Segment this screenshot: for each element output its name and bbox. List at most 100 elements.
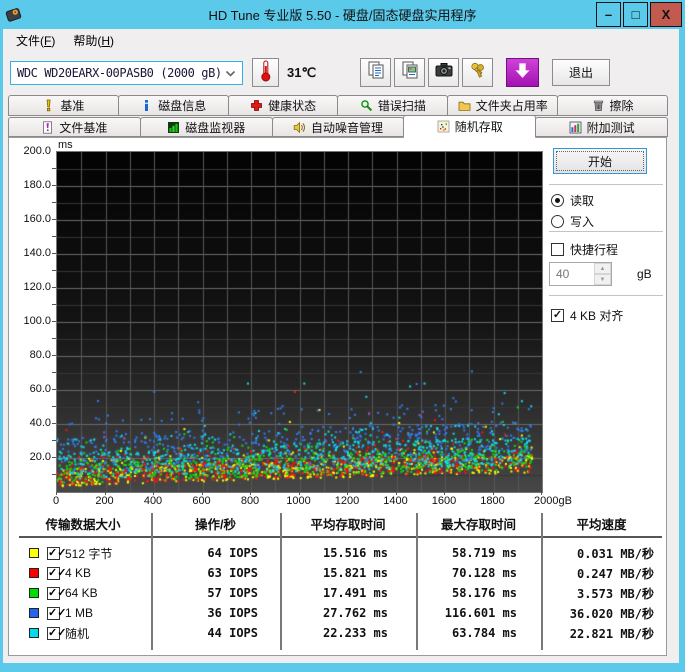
checkbox-unchecked-icon (551, 243, 564, 256)
copy-text-icon (366, 60, 386, 85)
series-legend-cell: ✓随机 (15, 625, 151, 642)
iops-value: 64 IOPS (207, 546, 258, 560)
tab-label: 擦除 (609, 99, 634, 113)
separator (549, 231, 663, 232)
tab-aam[interactable]: 自动噪音管理 (271, 117, 405, 137)
avg-value: 15.516 ms (322, 546, 388, 560)
table-header-divider (19, 536, 662, 538)
minimize-button[interactable]: – (596, 2, 621, 27)
x-tick-label: 1800 (480, 495, 505, 507)
x-tick-mark (298, 492, 300, 495)
max-value: 58.719 ms (451, 546, 517, 560)
maximize-button[interactable]: □ (623, 2, 648, 27)
max-value: 116.601 ms (444, 606, 517, 620)
separator (549, 184, 663, 185)
series-checkbox[interactable]: ✓ (47, 586, 66, 600)
y-tick-label: 180.0 (23, 179, 51, 191)
avg-value: 15.821 ms (322, 566, 388, 580)
x-tick-label: 2000gB (534, 495, 572, 507)
start-button[interactable]: 开始 (553, 148, 647, 174)
tab-row-2: 文件基准 磁盘监视器 自动噪音管理 随机存取 附加测试 (8, 115, 668, 138)
align-checkbox[interactable]: 4 KB 对齐 (551, 308, 623, 323)
column-header: 平均速度 (576, 518, 627, 532)
y-tick-mark (52, 474, 56, 475)
screenshot-button[interactable] (428, 58, 460, 87)
y-tick-mark (52, 440, 56, 441)
tab-error-scan[interactable]: 错误扫描 (337, 95, 449, 116)
app-icon (5, 6, 22, 23)
tab-health[interactable]: 健康状态 (227, 95, 339, 116)
tab-erase[interactable]: 擦除 (557, 95, 668, 116)
write-radio[interactable]: 写入 (551, 214, 594, 229)
toolbar-buttons (360, 58, 496, 87)
error-scan-icon (360, 99, 373, 112)
temperature-button[interactable] (252, 58, 279, 87)
separator (549, 295, 663, 296)
x-tick-label: 200 (95, 495, 114, 507)
avg-value: 27.762 ms (322, 606, 388, 620)
tab-disk-info[interactable]: 磁盘信息 (117, 95, 229, 116)
tab-folder-usage[interactable]: 文件夹占用率 (447, 95, 559, 116)
close-button[interactable]: X (650, 2, 682, 27)
tab-benchmark[interactable]: 基准 (8, 95, 119, 116)
spin-down-button[interactable]: ▼ (594, 274, 611, 285)
tab-file-benchmark[interactable]: 文件基准 (8, 117, 141, 137)
tab-random-access[interactable]: 随机存取 (403, 115, 537, 138)
y-tick-label: 40.0 (29, 417, 51, 429)
menu-bar: 文件(F) 帮助(H) (3, 29, 679, 51)
tab-label: 健康状态 (268, 99, 317, 113)
x-tick-label: 1000 (286, 495, 311, 507)
menu-item-h[interactable]: 帮助(H) (64, 29, 123, 52)
series-checkbox[interactable]: ✓ (47, 626, 66, 640)
column-divider (280, 513, 282, 650)
copy-text-button[interactable] (360, 58, 392, 87)
column-divider (541, 513, 543, 650)
read-radio[interactable]: 读取 (551, 193, 594, 208)
drive-select[interactable]: WDC WD20EARX-00PASB0 (2000 gB) (10, 60, 243, 85)
series-label: 随机 (65, 626, 90, 641)
title-bar: HD Tune 专业版 5.50 - 硬盘/固态硬盘实用程序 – □ X (0, 0, 685, 29)
spin-up-button[interactable]: ▲ (594, 263, 611, 274)
copy-image-button[interactable] (394, 58, 426, 87)
column-header: 传输数据大小 (45, 518, 121, 532)
x-tick-mark (201, 492, 203, 495)
short-stroke-checkbox[interactable]: 快捷行程 (551, 242, 618, 257)
iops-value: 63 IOPS (207, 566, 258, 580)
column-header: 最大存取时间 (440, 518, 516, 532)
x-tick-mark (250, 492, 251, 495)
speed-value: 36.020 MB/秒 (569, 606, 654, 621)
speed-value: 0.031 MB/秒 (576, 546, 654, 561)
speed-value: 22.821 MB/秒 (569, 626, 654, 641)
align-label: 4 KB 对齐 (570, 309, 624, 323)
copy-image-icon (400, 60, 420, 85)
tab-extra-tests[interactable]: 附加测试 (535, 117, 668, 137)
save-button[interactable] (506, 58, 540, 87)
y-tick-mark (52, 406, 56, 407)
series-checkbox[interactable]: ✓ (47, 566, 66, 580)
drive-select-value: WDC WD20EARX-00PASB0 (2000 gB) (17, 65, 222, 80)
x-tick-mark (153, 492, 154, 495)
menu-item-f[interactable]: 文件(F) (7, 29, 64, 52)
x-tick-mark (56, 492, 57, 495)
tab-disk-monitor[interactable]: 磁盘监视器 (139, 117, 273, 137)
capacity-input[interactable] (550, 263, 594, 285)
series-checkbox[interactable]: ✓ (47, 546, 66, 560)
window-controls: – □ X (596, 2, 682, 27)
tab-row-1: 基准 磁盘信息 健康状态 错误扫描 文件夹占用率 擦除 (8, 95, 668, 116)
tab-label: 随机存取 (454, 120, 503, 134)
series-color-swatch (29, 548, 39, 558)
exit-button[interactable]: 退出 (552, 59, 611, 86)
tab-label: 文件基准 (59, 120, 108, 135)
options-button[interactable] (462, 58, 494, 87)
series-label: 64 KB (65, 586, 98, 600)
camera-icon (434, 60, 454, 85)
y-tick-label: 20.0 (29, 451, 51, 463)
iops-value: 44 IOPS (207, 626, 258, 640)
y-tick-mark (52, 304, 56, 305)
disk-info-icon (140, 99, 153, 112)
series-legend-cell: ✓1 MB (15, 606, 151, 620)
series-checkbox[interactable]: ✓ (47, 606, 66, 620)
health-icon (250, 99, 263, 112)
y-tick-label: 120.0 (23, 281, 51, 293)
table-row: ✓512 字节 64 IOPS 15.516 ms 58.719 ms 0.031 MB… (15, 543, 662, 563)
